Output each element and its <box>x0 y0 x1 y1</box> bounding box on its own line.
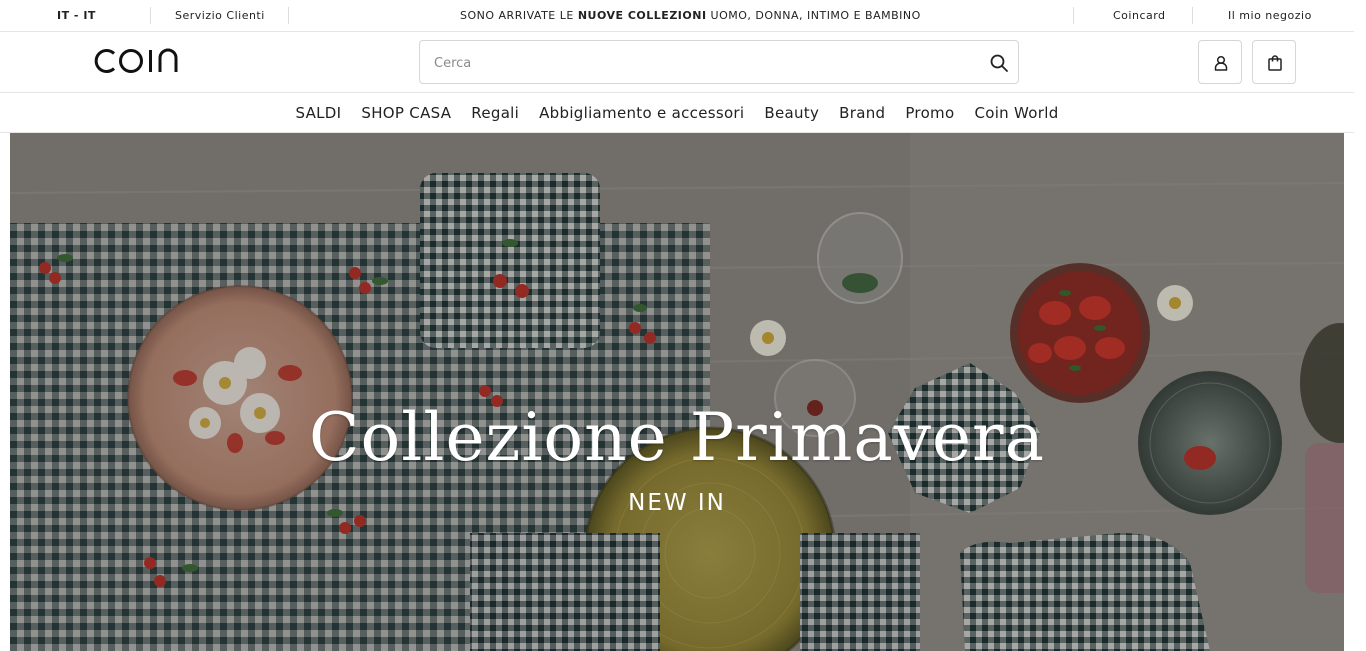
coincard-link[interactable]: Coincard <box>1113 0 1166 32</box>
hero-subtitle: NEW IN <box>628 490 726 516</box>
search-box[interactable] <box>419 40 1019 84</box>
nav-item-saldi[interactable]: SALDI <box>295 104 341 122</box>
nav-item-shop-casa[interactable]: SHOP CASA <box>361 104 451 122</box>
divider <box>1073 7 1074 24</box>
search-icon[interactable] <box>989 53 1009 73</box>
nav-item-abbigliamento[interactable]: Abbigliamento e accessori <box>539 104 744 122</box>
search-input[interactable] <box>434 52 974 74</box>
coin-logo-mark <box>94 48 178 73</box>
nav-list: SALDI SHOP CASA Regali Abbigliamento e a… <box>295 104 1058 122</box>
shopping-bag-icon <box>1268 55 1282 71</box>
promo-banner-text[interactable]: SONO ARRIVATE LE NUOVE COLLEZIONI UOMO, … <box>460 0 921 32</box>
top-utility-bar: IT - IT Servizio Clienti SONO ARRIVATE L… <box>0 0 1354 32</box>
nav-item-beauty[interactable]: Beauty <box>764 104 819 122</box>
account-button[interactable] <box>1198 40 1242 84</box>
nav-item-coin-world[interactable]: Coin World <box>974 104 1058 122</box>
hero-title: Collezione Primavera <box>309 399 1045 476</box>
promo-suffix: UOMO, DONNA, INTIMO E BAMBINO <box>706 9 921 22</box>
hero-banner[interactable]: Collezione Primavera NEW IN <box>10 133 1344 651</box>
promo-bold: NUOVE COLLEZIONI <box>577 9 707 22</box>
hero-image <box>10 133 1344 651</box>
divider <box>150 7 151 24</box>
promo-prefix: SONO ARRIVATE LE <box>460 9 578 22</box>
site-header <box>0 32 1354 93</box>
coin-logo[interactable] <box>94 46 188 82</box>
divider <box>288 7 289 24</box>
user-icon <box>1214 55 1228 71</box>
nav-item-brand[interactable]: Brand <box>839 104 885 122</box>
nav-item-regali[interactable]: Regali <box>471 104 519 122</box>
main-navigation: SALDI SHOP CASA Regali Abbigliamento e a… <box>0 93 1354 133</box>
my-store-link[interactable]: Il mio negozio <box>1228 0 1312 32</box>
cart-button[interactable] <box>1252 40 1296 84</box>
divider <box>1192 7 1193 24</box>
nav-item-promo[interactable]: Promo <box>905 104 954 122</box>
customer-service-link[interactable]: Servizio Clienti <box>175 0 265 32</box>
language-selector[interactable]: IT - IT <box>57 0 96 32</box>
